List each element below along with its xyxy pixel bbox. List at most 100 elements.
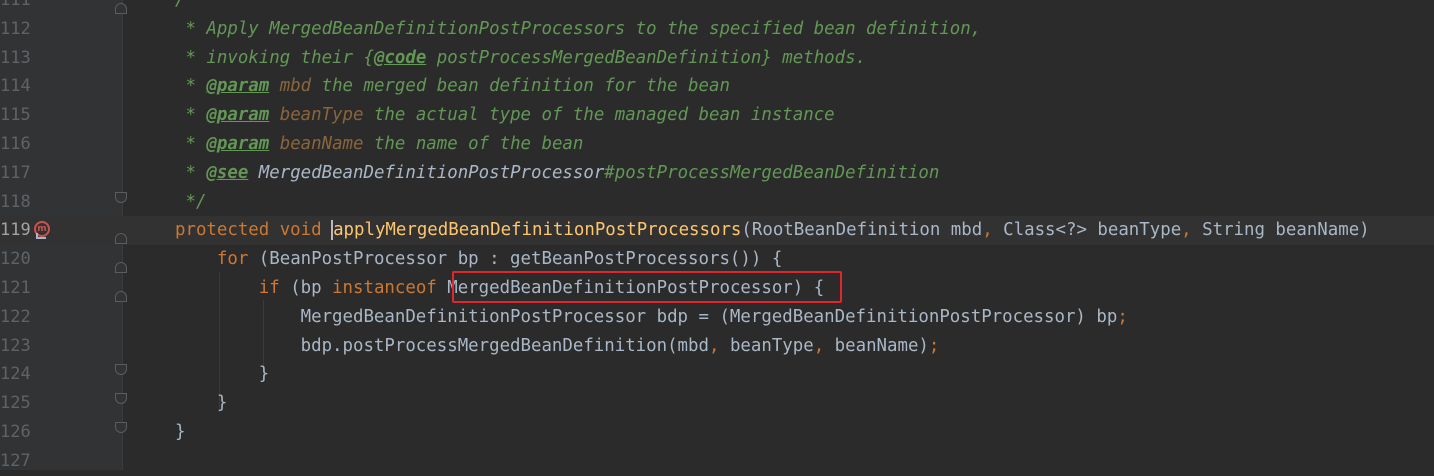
code-text[interactable]: bdp.postProcessMergedBeanDefinition(mbd,…	[175, 332, 940, 361]
code-text[interactable]: * invoking their {@code postProcessMerge…	[175, 44, 866, 73]
fold-marker-icon[interactable]	[115, 3, 127, 14]
fold-marker-icon[interactable]	[115, 422, 127, 433]
code-token: the merged bean definition for the bean	[311, 76, 730, 97]
code-line[interactable]: 115 * @param beanType the actual type of…	[0, 101, 1434, 130]
code-line[interactable]: 122 MergedBeanDefinitionPostProcessor bd…	[0, 303, 1434, 332]
code-line[interactable]: 125 }	[0, 389, 1434, 418]
fold-marker-icon[interactable]	[115, 291, 127, 302]
line-number[interactable]: 114	[0, 72, 31, 101]
code-token: if	[258, 278, 291, 298]
code-token: the name of the bean	[363, 134, 584, 154]
code-text[interactable]: for (BeanPostProcessor bp : getBeanPostP…	[175, 245, 782, 274]
code-token: beanType	[729, 335, 814, 356]
code-token: beanType	[269, 105, 364, 126]
code-text[interactable]: protected void applyMergedBeanDefinition…	[175, 216, 1370, 245]
code-text[interactable]: * @see MergedBeanDefinitionPostProcessor…	[175, 159, 939, 188]
code-text[interactable]: }	[175, 389, 227, 418]
code-text[interactable]: }	[175, 418, 185, 447]
code-text[interactable]: /**	[175, 0, 206, 15]
code-line[interactable]: 123 bdp.postProcessMergedBeanDefinition(…	[0, 332, 1434, 361]
line-number[interactable]: 126	[0, 418, 31, 447]
code-token: mbd	[269, 76, 312, 97]
code-line[interactable]: 113 * invoking their {@code postProcessM…	[0, 44, 1434, 73]
code-token: */	[175, 191, 207, 212]
code-line[interactable]: 124 }	[0, 360, 1434, 389]
code-line[interactable]: 127	[0, 447, 1434, 476]
code-token: }	[175, 422, 186, 442]
code-text[interactable]: * Apply MergedBeanDefinitionPostProcesso…	[175, 15, 981, 44]
line-number[interactable]: 125	[0, 389, 31, 418]
line-number[interactable]: 119	[0, 216, 31, 245]
code-line[interactable]: 118 */	[0, 188, 1434, 217]
code-token: /**	[175, 0, 207, 10]
code-line[interactable]: 119 m protected void applyMergedBeanDefini…	[0, 216, 1434, 246]
line-number[interactable]: 116	[0, 130, 31, 159]
code-text[interactable]: */	[175, 188, 206, 217]
code-text[interactable]: MergedBeanDefinitionPostProcessor bdp = …	[175, 303, 1128, 332]
code-token: ,	[708, 335, 730, 356]
line-number[interactable]: 124	[0, 360, 31, 389]
fold-marker-icon[interactable]	[115, 233, 127, 245]
code-token: instanceof	[332, 278, 448, 298]
code-line[interactable]: 111 /**	[0, 0, 1434, 15]
code-token: MergedBeanDefinitionPostProcessor	[248, 162, 605, 183]
code-text[interactable]: }	[175, 360, 269, 389]
line-number[interactable]: 120	[0, 245, 31, 274]
code-token: postProcessMergedBeanDefinition} methods…	[426, 47, 867, 68]
code-token: beanName	[269, 134, 364, 154]
fold-marker-icon[interactable]	[115, 364, 127, 376]
line-number[interactable]: 112	[0, 15, 31, 44]
fold-marker-icon[interactable]	[115, 262, 127, 274]
code-token: ;	[1117, 306, 1128, 327]
code-line[interactable]: 116 * @param beanName the name of the be…	[0, 130, 1434, 159]
code-token: *	[175, 162, 207, 183]
code-token: }	[175, 364, 270, 385]
code-text[interactable]: * @param beanName the name of the bean	[175, 130, 583, 159]
code-token: *	[175, 76, 207, 97]
code-token: *	[175, 105, 207, 126]
code-token: applyMergedBeanDefinitionPostProcessors	[333, 220, 742, 241]
code-line[interactable]: 117 * @see MergedBeanDefinitionPostProce…	[0, 159, 1434, 188]
arrow-icon	[36, 233, 46, 240]
line-number[interactable]: 121	[0, 274, 31, 303]
line-number[interactable]: 111	[0, 0, 31, 15]
code-token: for	[216, 249, 259, 270]
code-text[interactable]: * @param beanType the actual type of the…	[175, 101, 835, 130]
code-token: (bp	[290, 278, 333, 298]
code-token: String beanName)	[1202, 220, 1370, 241]
code-token: @code	[373, 47, 427, 68]
code-line[interactable]: 126}	[0, 418, 1434, 447]
fold-marker-icon[interactable]	[115, 393, 127, 405]
code-token: #postProcessMergedBeanDefinition	[604, 162, 940, 183]
code-token: @param	[206, 105, 270, 126]
code-token: ;	[928, 335, 940, 356]
code-line[interactable]: 114 * @param mbd the merged bean definit…	[0, 72, 1434, 101]
code-token: bdp.postProcessMergedBeanDefinition(mbd	[175, 335, 709, 356]
line-number[interactable]: 123	[0, 332, 31, 361]
line-number[interactable]: 113	[0, 44, 31, 73]
highlight-box	[452, 271, 842, 303]
code-token: Class<?> beanType	[1003, 220, 1182, 241]
code-token: * invoking their {	[175, 47, 374, 68]
code-token: @see	[206, 162, 249, 183]
code-token: ,	[982, 220, 1004, 241]
fold-marker-icon[interactable]	[115, 191, 127, 203]
line-number[interactable]: 122	[0, 303, 31, 332]
code-token: MergedBeanDefinitionPostProcessor bdp = …	[175, 306, 1118, 327]
line-number[interactable]: 117	[0, 159, 31, 188]
line-number[interactable]: 127	[0, 447, 31, 476]
code-token: protected void	[175, 220, 333, 241]
code-token: ,	[813, 335, 835, 356]
code-line[interactable]: 120 for (BeanPostProcessor bp : getBeanP…	[0, 245, 1434, 274]
code-line[interactable]: 112 * Apply MergedBeanDefinitionPostProc…	[0, 15, 1434, 44]
code-token: the actual type of the managed bean inst…	[363, 105, 835, 126]
line-number[interactable]: 118	[0, 188, 31, 217]
code-token: * Apply MergedBeanDefinitionPostProcesso…	[175, 18, 982, 39]
line-number[interactable]: 115	[0, 101, 31, 130]
code-token: (BeanPostProcessor bp : getBeanPostProce…	[258, 249, 783, 270]
code-token: @param	[206, 76, 270, 97]
code-token: *	[175, 134, 207, 154]
code-text[interactable]: * @param mbd the merged bean definition …	[175, 72, 730, 101]
